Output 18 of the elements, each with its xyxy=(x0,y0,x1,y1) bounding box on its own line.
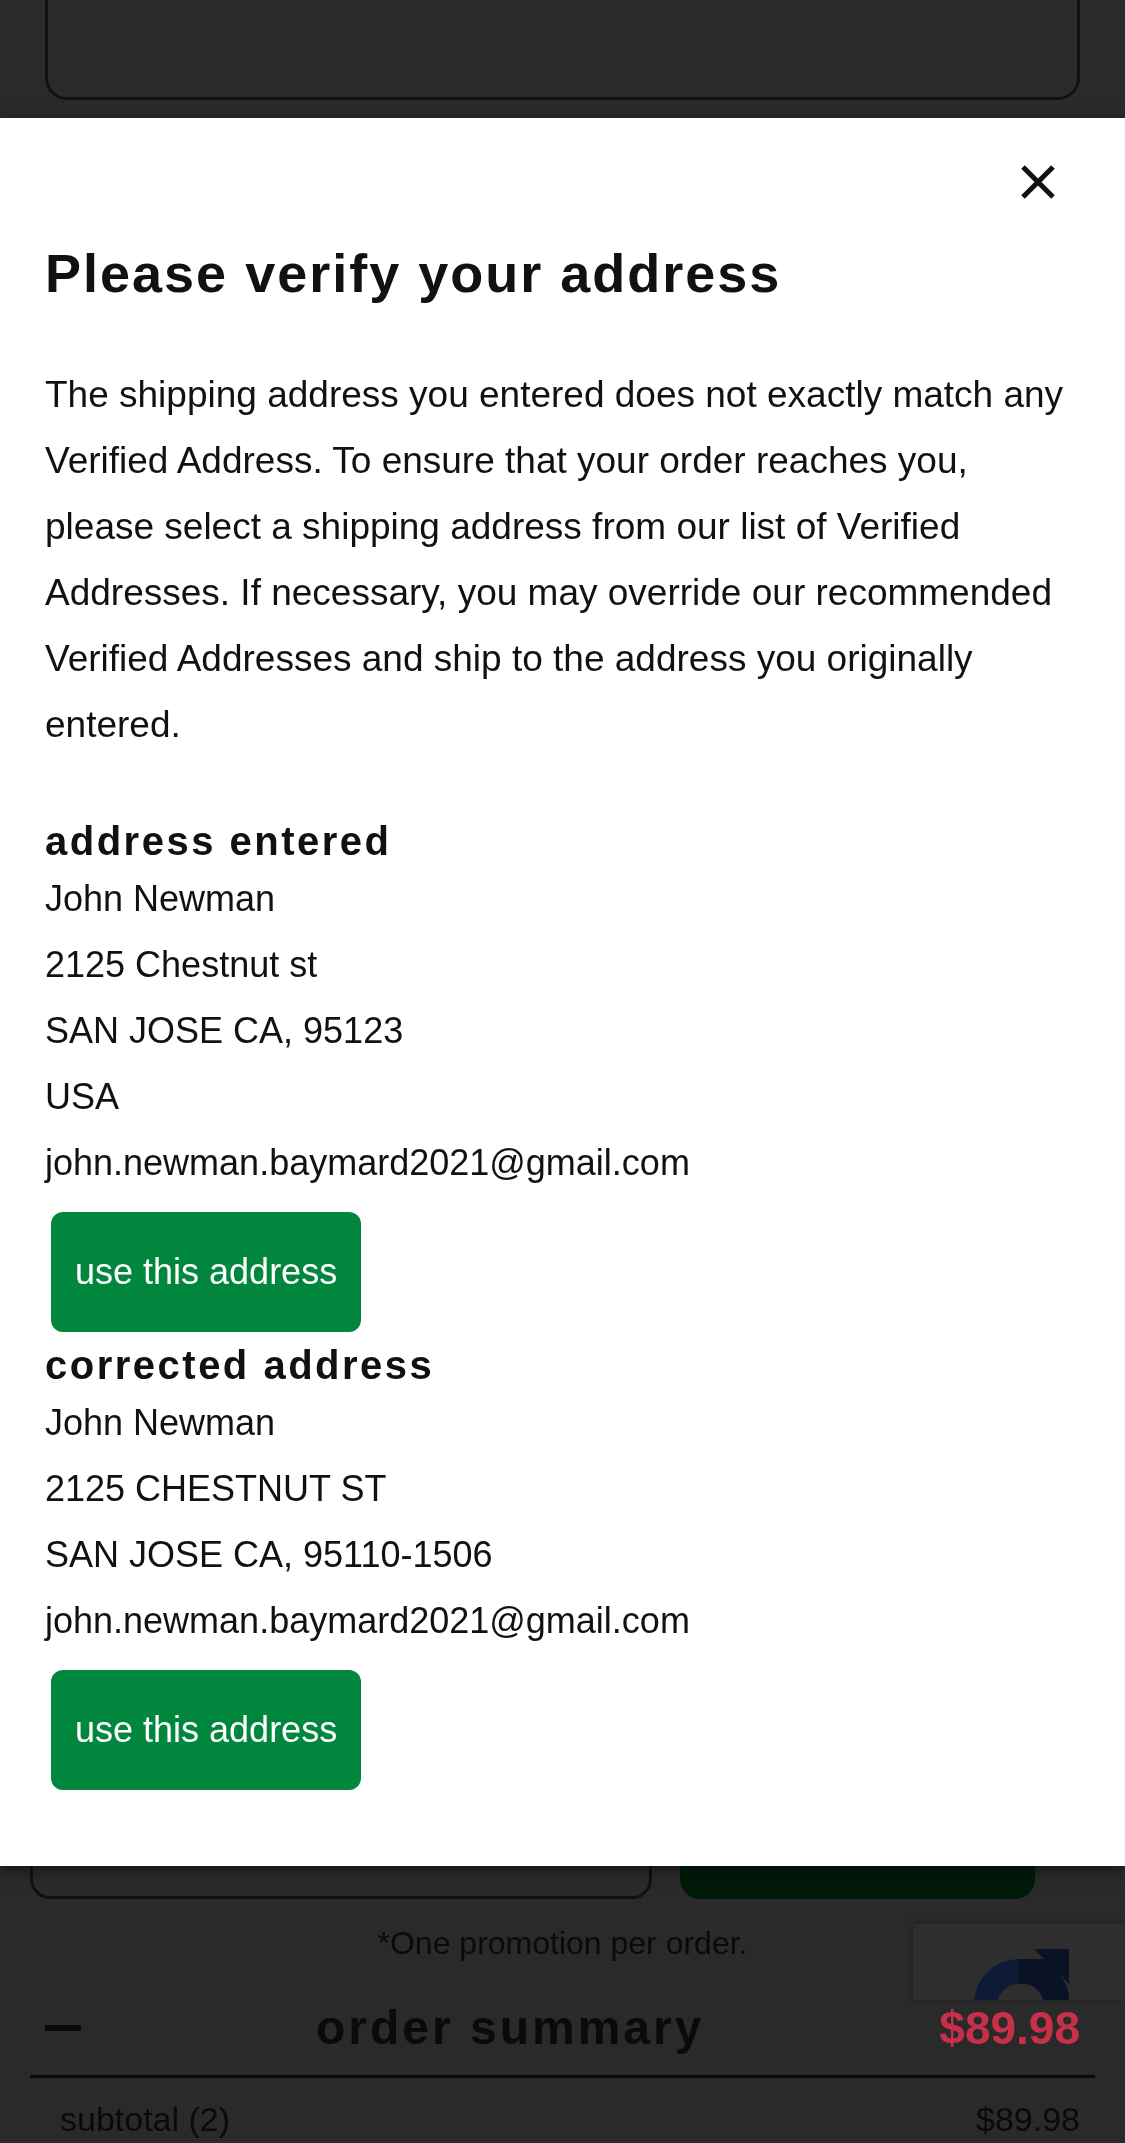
address-line: john.newman.baymard2021@gmail.com xyxy=(45,1599,691,1643)
address-line: SAN JOSE CA, 95110-1506 xyxy=(45,1533,494,1577)
address-line: USA xyxy=(45,1075,121,1119)
order-total: $89.98 xyxy=(939,2000,1080,2055)
dialog-message: The shipping address you entered does not exactly match any Verified Address. To ensure that your order reaches you, please select a shipping address from our list of Verified Addresses. If necessary, you may override our recommended Verified Addresses and ship to the address you originally entered. xyxy=(45,373,1065,747)
dialog-title: Please verify your address xyxy=(45,242,783,304)
address-heading: address entered xyxy=(45,818,393,865)
use-address-button[interactable]: use this address xyxy=(51,1212,362,1332)
close-icon xyxy=(1020,164,1056,200)
address-line: SAN JOSE CA, 95123 xyxy=(45,1009,405,1053)
use-address-button[interactable]: use this address xyxy=(51,1670,362,1790)
collapse-icon[interactable] xyxy=(45,2024,81,2031)
address-line: John Newman xyxy=(45,877,277,921)
address-line: 2125 Chestnut st xyxy=(45,943,319,987)
address-heading: corrected address xyxy=(45,1342,436,1389)
address-line: john.newman.baymard2021@gmail.com xyxy=(45,1141,691,1185)
address-line: John Newman xyxy=(45,1401,277,1445)
address-line: 2125 CHESTNUT ST xyxy=(45,1467,388,1511)
